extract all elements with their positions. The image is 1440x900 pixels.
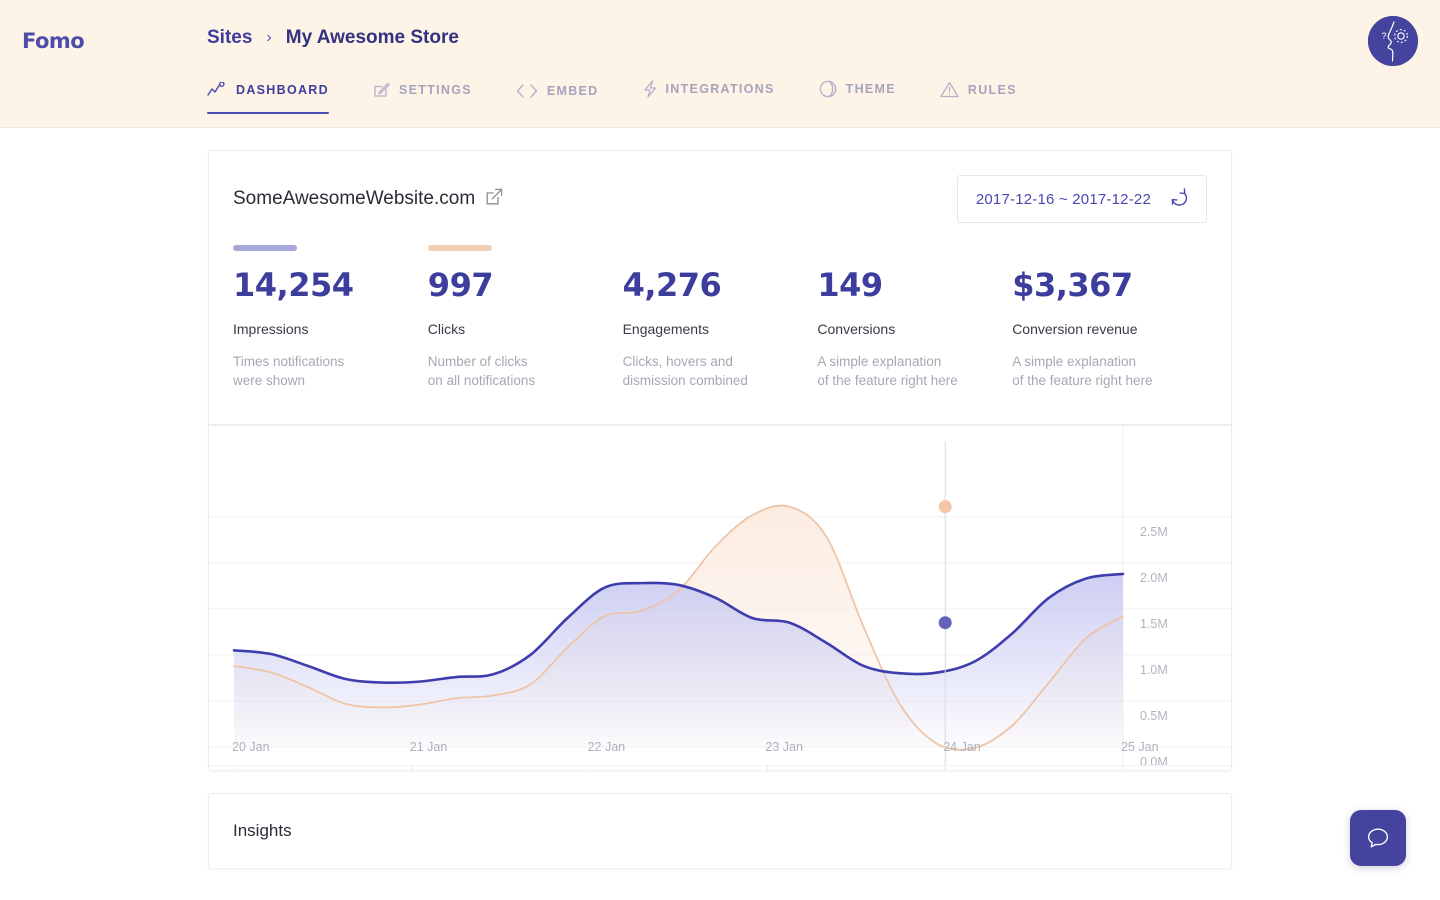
svg-text:?: ? — [1382, 31, 1387, 41]
chart-y-tick-label: 0.5M — [1140, 709, 1168, 723]
stats-row: 14,254 Impressions Times notifications w… — [209, 245, 1231, 425]
breadcrumb: Sites › My Awesome Store — [207, 27, 459, 49]
stat-conversions: 149 Conversions A simple explanation of … — [817, 245, 1012, 390]
top-header-bar: Fomo Sites › My Awesome Store Dashboard — [0, 0, 1440, 128]
stat-color-bar — [623, 245, 687, 251]
stat-color-bar — [428, 245, 492, 251]
chart-x-tick-label: 24 Jan — [943, 740, 981, 754]
chart-y-tick-label: 2.0M — [1140, 571, 1168, 585]
breadcrumb-current: My Awesome Store — [286, 27, 459, 49]
stat-value: 14,254 — [233, 269, 412, 301]
tab-dashboard-label: Dashboard — [236, 83, 329, 97]
site-title-group: SomeAwesomeWebsite.com — [233, 188, 503, 211]
stat-label: Clicks — [428, 321, 607, 337]
tab-settings-label: Settings — [399, 83, 472, 97]
chart-x-tick-label: 21 Jan — [410, 740, 448, 754]
stat-label: Conversions — [817, 321, 996, 337]
chart-y-tick-label: 1.5M — [1140, 617, 1168, 631]
stat-impressions: 14,254 Impressions Times notifications w… — [233, 245, 428, 390]
date-range-value: 2017-12-16 ~ 2017-12-22 — [976, 191, 1151, 208]
contrast-circle-icon — [819, 80, 837, 98]
stat-clicks: 997 Clicks Number of clicks on all notif… — [428, 245, 623, 390]
stat-description: Times notifications were shown — [233, 353, 412, 390]
chart-hover-point[interactable] — [939, 500, 952, 513]
external-link-icon[interactable] — [486, 188, 503, 211]
code-brackets-icon — [516, 84, 538, 98]
tab-dashboard[interactable]: Dashboard — [207, 82, 351, 114]
stat-desc-line2: of the feature right here — [817, 373, 957, 388]
main-content: SomeAwesomeWebsite.com 2017-12-16 ~ 2017… — [0, 128, 1440, 869]
chart-y-tick-label: 2.5M — [1140, 525, 1168, 539]
chart-x-tick-label: 25 Jan — [1121, 740, 1159, 754]
chart-x-tick-label: 20 Jan — [232, 740, 270, 754]
tab-theme[interactable]: Theme — [819, 80, 918, 114]
stat-desc-line2: of the feature right here — [1012, 373, 1152, 388]
breadcrumb-separator-icon: › — [266, 29, 271, 47]
stat-value: 997 — [428, 269, 607, 301]
help-gear-face-icon: ? — [1368, 16, 1418, 66]
stat-desc-line1: A simple explanation — [1012, 354, 1136, 369]
tab-settings[interactable]: Settings — [373, 81, 494, 114]
stat-desc-line1: Times notifications — [233, 354, 344, 369]
stat-value: $3,367 — [1012, 269, 1191, 301]
stat-description: A simple explanation of the feature righ… — [817, 353, 996, 390]
stat-desc-line1: A simple explanation — [817, 354, 941, 369]
chart-area-impressions — [234, 574, 1123, 747]
insights-card: Insights — [208, 793, 1232, 869]
chart-x-tick-label: 22 Jan — [588, 740, 626, 754]
chat-bubble-icon — [1365, 825, 1391, 851]
line-chart-icon — [207, 82, 227, 98]
analytics-card-header: SomeAwesomeWebsite.com 2017-12-16 ~ 2017… — [209, 151, 1231, 245]
pencil-square-icon — [373, 81, 390, 98]
breadcrumb-root-link[interactable]: Sites — [207, 27, 252, 49]
tab-theme-label: Theme — [846, 82, 896, 96]
tab-embed[interactable]: Embed — [516, 84, 621, 114]
stat-color-bar — [233, 245, 297, 251]
chart-canvas[interactable]: 2.5M 2.0M 1.5M 1.0M 0.5M 0.0M — [209, 425, 1231, 770]
tab-embed-label: Embed — [547, 84, 599, 98]
chart-y-tick-label: 0.0M — [1140, 755, 1168, 769]
tab-rules-label: Rules — [968, 83, 1017, 97]
stat-desc-line1: Number of clicks — [428, 354, 528, 369]
chart-y-tick-label: 1.0M — [1140, 663, 1168, 677]
site-name: SomeAwesomeWebsite.com — [233, 188, 475, 210]
chat-support-button[interactable] — [1350, 810, 1406, 866]
stat-conversion-revenue: $3,367 Conversion revenue A simple expla… — [1012, 245, 1207, 390]
tab-integrations[interactable]: Integrations — [643, 80, 797, 114]
fomo-logo[interactable]: Fomo — [22, 29, 84, 53]
main-tab-nav: Dashboard Settings Embed — [207, 80, 1061, 114]
stat-value: 149 — [817, 269, 996, 301]
stat-desc-line2: dismission combined — [623, 373, 748, 388]
stat-label: Engagements — [623, 321, 802, 337]
analytics-chart[interactable]: 2.5M 2.0M 1.5M 1.0M 0.5M 0.0M 20 Jan 21 Jan 22 … — [209, 425, 1231, 770]
stat-label: Conversion revenue — [1012, 321, 1191, 337]
stat-description: A simple explanation of the feature righ… — [1012, 353, 1191, 390]
stat-desc-line2: on all notifications — [428, 373, 535, 388]
chart-hover-point[interactable] — [939, 616, 952, 629]
stat-color-bar — [817, 245, 881, 251]
stat-engagements: 4,276 Engagements Clicks, hovers and dis… — [623, 245, 818, 390]
stat-desc-line1: Clicks, hovers and — [623, 354, 733, 369]
date-range-picker[interactable]: 2017-12-16 ~ 2017-12-22 — [957, 175, 1207, 223]
tab-rules[interactable]: Rules — [940, 81, 1039, 114]
insights-title: Insights — [209, 794, 1231, 868]
stat-value: 4,276 — [623, 269, 802, 301]
analytics-card: SomeAwesomeWebsite.com 2017-12-16 ~ 2017… — [208, 150, 1232, 771]
tab-integrations-label: Integrations — [666, 82, 775, 96]
stat-color-bar — [1012, 245, 1076, 251]
warning-triangle-icon — [940, 81, 959, 98]
lightning-bolt-icon — [643, 80, 657, 98]
chart-x-tick-label: 23 Jan — [765, 740, 803, 754]
refresh-icon[interactable] — [1169, 187, 1188, 211]
stat-label: Impressions — [233, 321, 412, 337]
chart-x-axis-labels: 20 Jan 21 Jan 22 Jan 23 Jan 24 Jan 25 Jan — [209, 740, 1231, 756]
stat-description: Clicks, hovers and dismission combined — [623, 353, 802, 390]
avatar[interactable]: ? — [1368, 16, 1418, 66]
stat-description: Number of clicks on all notifications — [428, 353, 607, 390]
stat-desc-line2: were shown — [233, 373, 305, 388]
